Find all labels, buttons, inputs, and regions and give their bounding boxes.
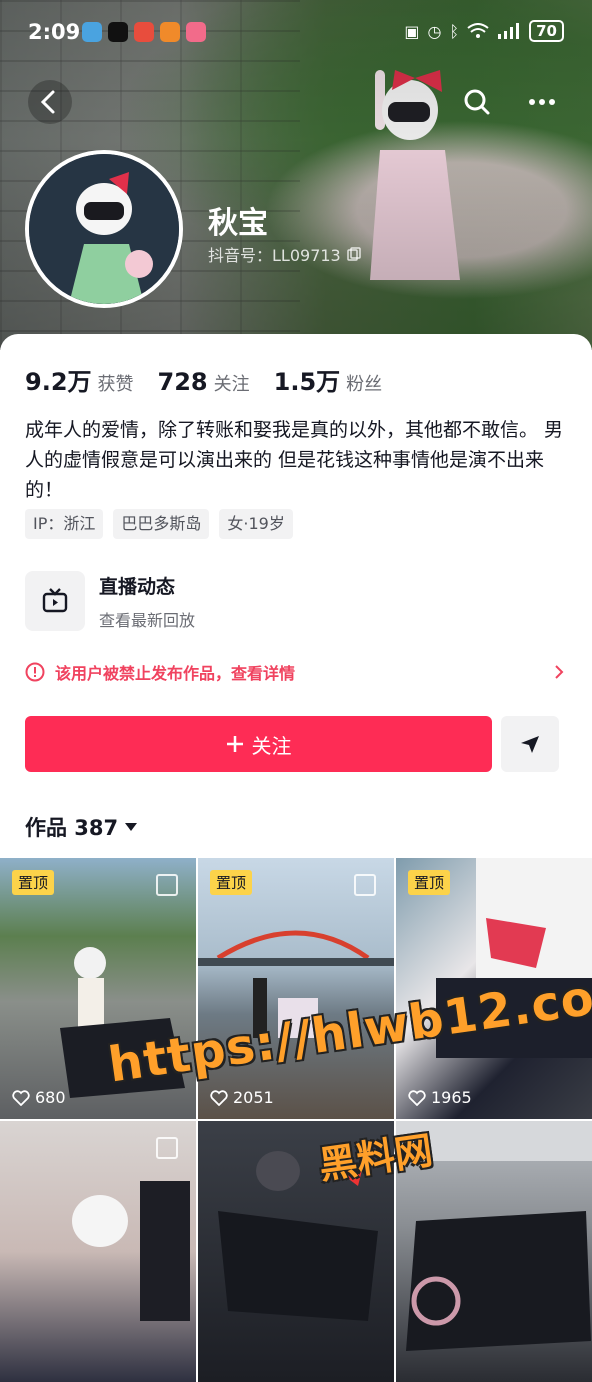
tag-location[interactable]: 巴巴多斯岛 <box>113 509 210 539</box>
heart-icon <box>408 1089 426 1106</box>
nfc-icon: ▣ <box>404 21 420 41</box>
wifi-icon <box>467 23 489 38</box>
video-thumbnail <box>72 1181 190 1321</box>
status-time: 2:09 <box>28 20 81 44</box>
video-thumbnail <box>198 930 394 1038</box>
more-icon <box>529 99 555 105</box>
like-count: 2051 <box>210 1088 274 1107</box>
video-tile[interactable] <box>0 1121 196 1382</box>
battery-indicator: 70 <box>529 20 564 42</box>
bluetooth-icon: ᛒ <box>449 21 460 41</box>
avatar-image <box>29 154 179 304</box>
video-grid: 置顶 680 置顶 2051 置顶 1965 <box>0 858 592 1382</box>
profile-tags: IP：浙江 巴巴多斯岛 女·19岁 <box>25 509 293 539</box>
stat-label: 粉丝 <box>346 374 383 395</box>
tag-gender-age: 女·19岁 <box>219 509 293 539</box>
avatar[interactable] <box>25 150 183 308</box>
like-count-value: 2051 <box>233 1088 274 1107</box>
select-checkbox[interactable] <box>354 874 376 896</box>
plus-icon <box>226 736 243 752</box>
stat-label: 关注 <box>213 374 250 395</box>
works-tab[interactable]: 作品 387 <box>25 812 138 842</box>
heart-icon <box>12 1089 30 1106</box>
works-label: 作品 387 <box>25 816 119 840</box>
profile-bio: 成年人的爱情，除了转账和娶我是真的以外，其他都不敢信。 男人的虚情假意是可以演出… <box>25 419 564 501</box>
like-count: 1965 <box>408 1088 472 1107</box>
stat-label: 获赞 <box>97 374 134 395</box>
app-notification-icon <box>134 22 154 42</box>
like-count: 680 <box>12 1088 66 1107</box>
profile-name: 秋宝 <box>208 206 268 241</box>
ban-notice[interactable]: 该用户被禁止发布作品，查看详情 <box>25 660 565 684</box>
app-notification-icon <box>160 22 180 42</box>
stat-value: 1.5万 <box>273 368 341 396</box>
tiktok-icon <box>108 22 128 42</box>
warning-icon <box>25 662 45 682</box>
live-subtitle: 查看最新回放 <box>99 610 196 630</box>
heart-icon <box>210 1089 228 1106</box>
send-icon <box>521 736 539 753</box>
follow-button[interactable]: 关注 <box>25 716 492 772</box>
tag-ip: IP：浙江 <box>25 509 104 539</box>
live-replay-entry[interactable]: 直播动态 查看最新回放 <box>25 571 195 631</box>
like-count-value: 1965 <box>431 1088 472 1107</box>
live-tv-icon-box <box>25 571 85 631</box>
back-button[interactable] <box>28 80 72 124</box>
profile-card: 9.2万 获赞 728 关注 1.5万 粉丝 成年人的爱情，除了转账和娶我是真的… <box>0 334 592 1382</box>
stat-value: 9.2万 <box>25 368 92 396</box>
caret-down-icon <box>125 823 138 831</box>
pinned-badge: 置顶 <box>12 870 55 895</box>
copy-icon[interactable] <box>346 247 361 261</box>
video-tile[interactable]: 置顶 2051 <box>198 858 394 1119</box>
select-checkbox[interactable] <box>156 874 178 896</box>
chevron-left-icon <box>40 90 55 114</box>
select-checkbox[interactable] <box>156 1137 178 1159</box>
stat-following[interactable]: 728 关注 <box>158 368 250 396</box>
status-right: ▣ ◷ ᛒ 70 <box>404 20 564 42</box>
pinned-badge: 置顶 <box>210 870 253 895</box>
like-count-value: 680 <box>35 1088 66 1107</box>
profile-id-text: 抖音号：LL09713 <box>208 246 341 265</box>
pinned-badge: 置顶 <box>408 870 451 895</box>
signal-icon <box>498 23 520 39</box>
stat-followers[interactable]: 1.5万 粉丝 <box>274 362 383 397</box>
search-button[interactable] <box>455 80 499 124</box>
app-notification-icon <box>186 22 206 42</box>
more-button[interactable] <box>520 80 564 124</box>
status-bar: 2:09 ▣ ◷ ᛒ 70 <box>0 18 592 48</box>
app-notification-icon <box>82 22 102 42</box>
follow-label: 关注 <box>251 733 292 758</box>
profile-stats: 9.2万 获赞 728 关注 1.5万 粉丝 <box>25 362 382 397</box>
live-title: 直播动态 <box>99 575 176 598</box>
chevron-right-icon <box>555 665 564 679</box>
search-icon <box>464 89 490 115</box>
share-button[interactable] <box>501 716 559 772</box>
status-app-icons <box>82 22 206 42</box>
ban-notice-text: 该用户被禁止发布作品，查看详情 <box>55 664 296 683</box>
profile-id: 抖音号：LL09713 <box>208 242 361 266</box>
tv-icon <box>42 588 68 613</box>
alarm-icon: ◷ <box>427 21 442 41</box>
cover-figure <box>370 70 460 280</box>
stat-value: 728 <box>157 368 208 396</box>
stat-likes[interactable]: 9.2万 获赞 <box>25 362 134 397</box>
